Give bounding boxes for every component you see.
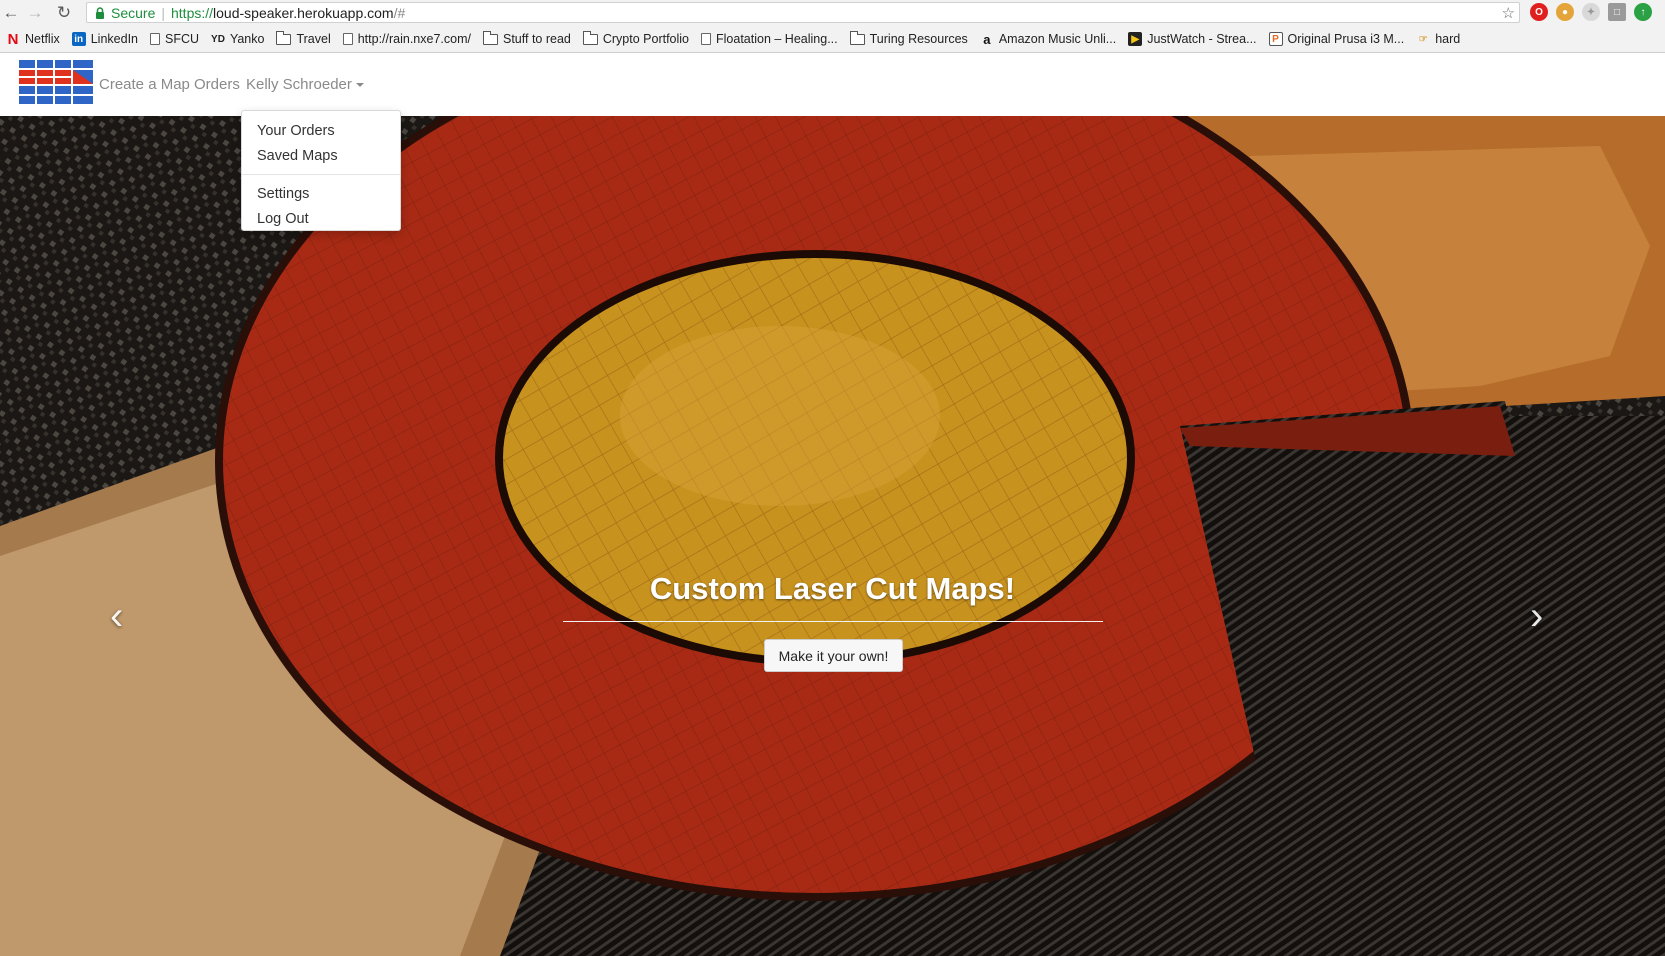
forward-icon[interactable]: → (24, 2, 46, 24)
url-host: loud-speaker.herokuapp.com (213, 4, 394, 21)
feather-extension-icon[interactable]: ✦ (1582, 3, 1600, 21)
lock-icon (96, 6, 104, 19)
page-icon (150, 33, 160, 45)
folder-icon (482, 30, 498, 45)
bookmark-label: JustWatch - Strea... (1147, 32, 1257, 46)
bookmark-turing-resources[interactable]: Turing Resources (849, 30, 968, 46)
bookmark-label: Turing Resources (869, 32, 968, 46)
folder-icon (849, 30, 865, 45)
bookmark-label: Crypto Portfolio (602, 32, 690, 46)
bookmark-yanko[interactable]: YD Yanko (211, 32, 264, 46)
bookmark-label: Floatation – Healing... (716, 32, 838, 46)
secure-label: Secure (111, 4, 156, 21)
amazon-icon: a (983, 31, 991, 47)
url-separator: | (161, 4, 165, 21)
hero-divider (563, 621, 1103, 622)
bookmark-justwatch[interactable]: ▶ JustWatch - Strea... (1128, 32, 1257, 46)
bookmark-label: Yanko (229, 32, 265, 46)
menu-item-log-out[interactable]: Log Out (242, 207, 400, 232)
hero-carousel: ‹ › Custom Laser Cut Maps! Make it your … (0, 116, 1665, 956)
prusa-icon: P (1268, 32, 1283, 46)
browser-toolbar: ← → ↻ Secure | https://loud-speaker.hero… (0, 0, 1665, 26)
page-icon (342, 33, 353, 45)
bookmark-stuff-to-read[interactable]: Stuff to read (482, 30, 571, 46)
opera-extension-icon[interactable]: O (1530, 3, 1548, 21)
bookmark-label: Original Prusa i3 M... (1287, 32, 1405, 46)
nav-user-name: Kelly Schroeder (246, 76, 352, 93)
url-scheme: https:// (171, 4, 214, 21)
caret-down-icon (355, 83, 364, 88)
folder-icon (582, 30, 598, 45)
hard-icon: ☞ (1418, 33, 1428, 45)
hero-title: Custom Laser Cut Maps! (649, 571, 1016, 606)
site-logo[interactable] (18, 58, 95, 105)
address-bar[interactable]: Secure | https://loud-speaker.herokuapp.… (86, 2, 1520, 23)
bookmarks-bar: N Netflix in LinkedIn SFCU YD Yanko Trav… (0, 26, 1665, 53)
bookmark-crypto-portfolio[interactable]: Crypto Portfolio (582, 30, 690, 46)
bookmark-linkedin[interactable]: in LinkedIn (71, 32, 138, 46)
back-icon[interactable]: ← (0, 2, 22, 24)
linkedin-icon: in (71, 32, 86, 46)
bookmark-label: Netflix (25, 32, 60, 46)
nav-orders[interactable]: Orders (194, 76, 240, 93)
bookmark-hard[interactable]: ☞ hard (1416, 32, 1461, 46)
cookie-extension-icon[interactable]: ● (1556, 3, 1574, 21)
menu-item-settings[interactable]: Settings (242, 182, 400, 207)
extension-icons: O ● ✦ □ ↑ (1530, 3, 1652, 21)
url-path: /# (393, 4, 406, 21)
bookmark-prusa[interactable]: P Original Prusa i3 M... (1268, 32, 1405, 46)
user-dropdown-menu: Your Orders Saved Maps Settings Log Out (241, 110, 401, 231)
page-extension-icon[interactable]: □ (1608, 3, 1626, 21)
bookmark-rain[interactable]: http://rain.nxe7.com/ (342, 32, 471, 46)
menu-item-your-orders[interactable]: Your Orders (242, 119, 400, 144)
menu-divider (242, 174, 400, 175)
bookmark-label: http://rain.nxe7.com/ (357, 32, 471, 46)
folder-icon (276, 30, 292, 45)
bookmark-label: Amazon Music Unli... (998, 32, 1117, 46)
menu-item-saved-maps[interactable]: Saved Maps (242, 144, 400, 169)
nav-user-menu[interactable]: Kelly Schroeder (246, 76, 364, 93)
bookmark-sfcu[interactable]: SFCU (150, 32, 199, 46)
bookmark-travel[interactable]: Travel (276, 30, 331, 46)
justwatch-icon: ▶ (1128, 32, 1143, 46)
reload-icon[interactable]: ↻ (53, 2, 75, 24)
bookmark-netflix[interactable]: N Netflix (6, 30, 60, 48)
bookmark-amazon-music[interactable]: a Amazon Music Unli... (980, 31, 1117, 47)
bookmark-label: Stuff to read (502, 32, 571, 46)
bookmark-floatation[interactable]: Floatation – Healing... (701, 32, 838, 46)
page-icon (701, 33, 712, 45)
netflix-icon: N (7, 30, 19, 48)
bookmark-label: LinkedIn (90, 32, 138, 46)
hero-background-image (0, 116, 1665, 956)
bookmark-label: SFCU (165, 32, 200, 46)
site-navbar: Create a Map Orders Kelly Schroeder (0, 54, 1665, 116)
bookmark-star-icon[interactable]: ☆ (1502, 4, 1515, 22)
upload-extension-icon[interactable]: ↑ (1634, 3, 1652, 21)
nav-create-map[interactable]: Create a Map (99, 76, 190, 93)
bookmark-label: hard (1435, 32, 1461, 46)
make-it-your-own-button[interactable]: Make it your own! (764, 639, 903, 672)
yanko-icon: YD (211, 33, 225, 45)
bookmark-label: Travel (296, 32, 331, 46)
